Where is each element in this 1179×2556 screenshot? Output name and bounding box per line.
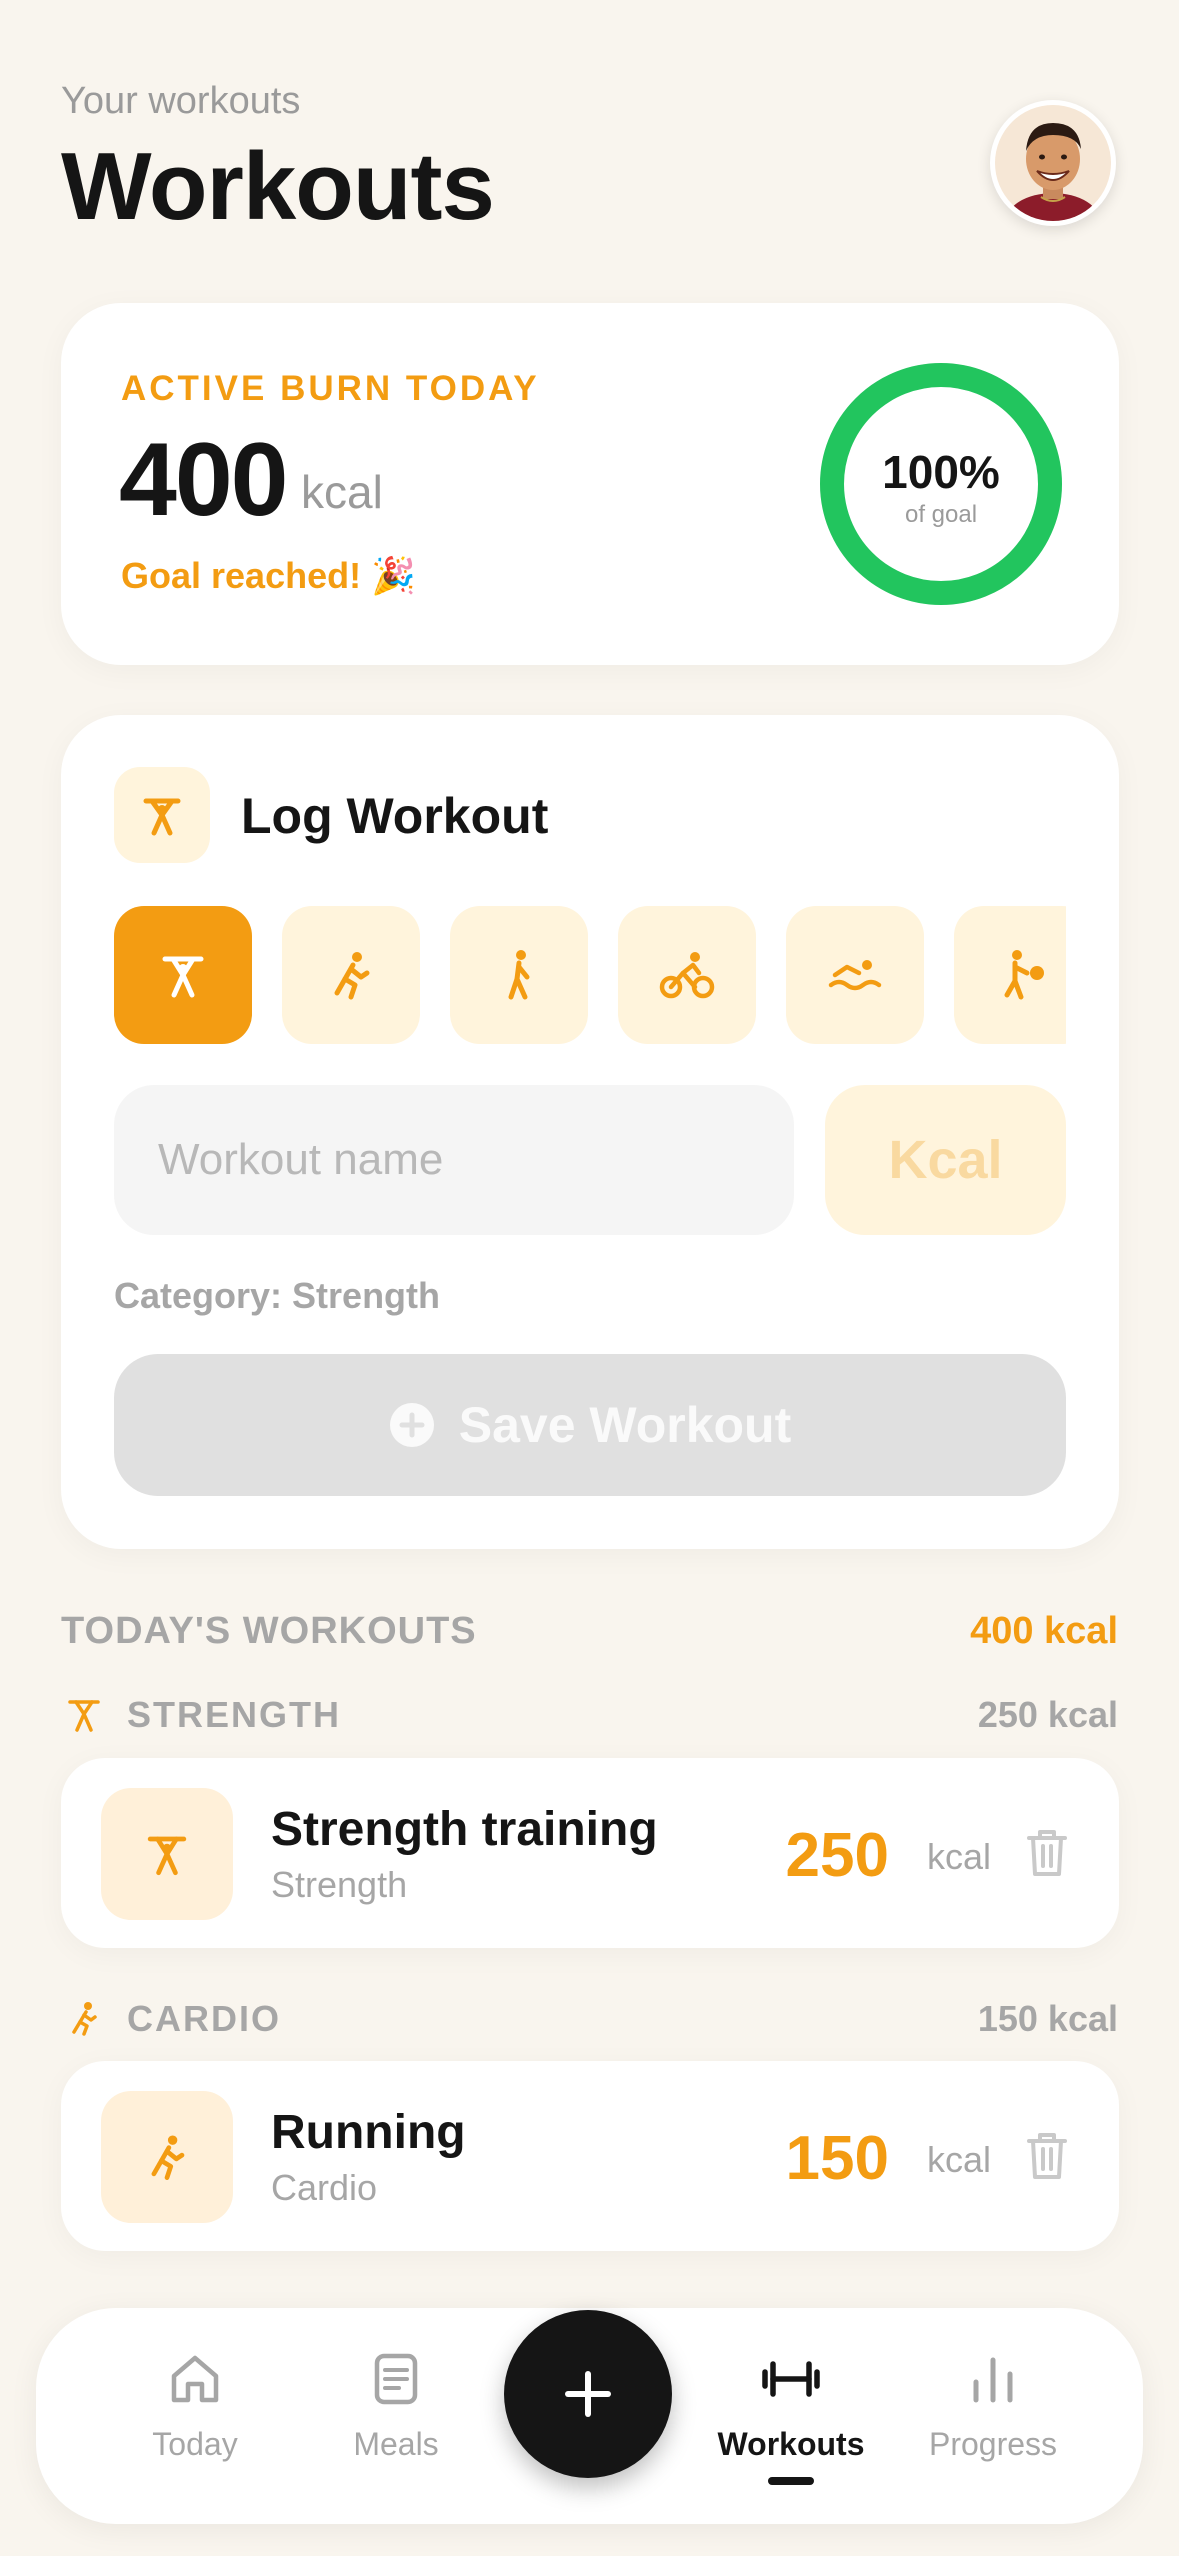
workout-kcal: 150 [785, 2124, 889, 2193]
runner-icon [151, 2135, 185, 2180]
workout-kcal: 250 [785, 1821, 889, 1890]
plus-icon [565, 2371, 611, 2417]
goal-percent: 100% [882, 446, 1000, 498]
group-total-strength: 250 kcal [977, 1694, 1118, 1735]
category-walking-button[interactable] [450, 906, 588, 1044]
category-sports-button[interactable] [954, 906, 1066, 1044]
category-swimming-button[interactable] [786, 906, 924, 1044]
add-button[interactable] [504, 2310, 672, 2478]
save-workout-button[interactable]: Save Workout [114, 1354, 1066, 1496]
burn-value: 400 [119, 422, 289, 538]
log-workout-card: Log Workout Workout name Kcal Category: … [61, 715, 1119, 1549]
plus-circle-icon [389, 1403, 434, 1447]
workout-category: Cardio [271, 2167, 378, 2208]
category-cycling-button[interactable] [618, 906, 756, 1044]
page-title: Workouts [61, 133, 495, 240]
home-icon [171, 2355, 219, 2403]
trash-icon[interactable] [1025, 1826, 1069, 1880]
group-total-cardio: 150 kcal [977, 1998, 1118, 2039]
save-workout-label: Save Workout [458, 1397, 792, 1453]
goal-reached-note: Goal reached! 🎉 [121, 555, 416, 596]
bar-chart-icon [973, 2357, 1013, 2403]
burn-label: ACTIVE BURN TODAY [121, 369, 540, 408]
goal-percent-caption: of goal [904, 501, 978, 528]
workout-kcal-unit: kcal [926, 2139, 991, 2180]
nav-label-progress: Progress [928, 2426, 1058, 2462]
nav-label-meals: Meals [353, 2426, 439, 2462]
active-tab-indicator [768, 2477, 814, 2485]
burn-unit: kcal [301, 466, 383, 518]
weightlifter-icon [162, 956, 204, 998]
workout-category: Strength [271, 1864, 408, 1905]
workout-name: Strength training [271, 1803, 658, 1856]
log-workout-title: Log Workout [241, 788, 549, 844]
nav-item-today[interactable]: Today [105, 2344, 285, 2463]
workout-icon-box [101, 2091, 233, 2223]
dumbbell-icon [762, 2361, 820, 2397]
nav-item-progress[interactable]: Progress [903, 2344, 1083, 2463]
nav-label-today: Today [152, 2426, 238, 2462]
active-burn-card: ACTIVE BURN TODAY 400 kcal Goal reached!… [61, 303, 1119, 665]
selected-category-text: Category: Strength [114, 1275, 441, 1316]
workout-name: Running [271, 2106, 466, 2159]
nav-item-workouts[interactable]: Workouts [701, 2344, 881, 2485]
trash-icon[interactable] [1025, 2129, 1069, 2183]
nav-label-workouts: Workouts [717, 2426, 865, 2462]
category-cardio-button[interactable] [282, 906, 420, 1044]
workout-name-input[interactable] [114, 1085, 794, 1235]
workout-kcal-unit: kcal [926, 1836, 991, 1877]
workout-row[interactable]: Running Cardio 150 kcal [61, 2061, 1119, 2251]
workout-icon-box [101, 1788, 233, 1920]
category-selector [114, 906, 1066, 1044]
category-strength-button[interactable] [114, 906, 252, 1044]
runner-icon [334, 952, 370, 1000]
ball-player-icon [1004, 950, 1044, 1000]
page-subtitle: Your workouts [61, 80, 301, 122]
workout-row[interactable]: Strength training Strength 250 kcal [61, 1758, 1119, 1948]
todays-workouts-total: 400 kcal [970, 1610, 1118, 1652]
group-label-cardio: CARDIO [127, 1998, 281, 2039]
document-icon [374, 2353, 418, 2405]
kcal-input[interactable]: Kcal [825, 1085, 1066, 1235]
avatar[interactable] [990, 100, 1116, 226]
weightlifter-icon [147, 1836, 187, 1876]
avatar-portrait-icon [995, 105, 1111, 221]
todays-workouts-heading: TODAY'S WORKOUTS [61, 1610, 477, 1652]
weightlifter-icon [143, 798, 181, 836]
weightlifter-icon [68, 1700, 100, 1732]
swimmer-icon [828, 960, 882, 991]
nav-item-meals[interactable]: Meals [306, 2344, 486, 2463]
runner-icon [72, 2002, 97, 2036]
walker-icon [508, 950, 530, 1000]
log-workout-icon-box [114, 767, 210, 863]
bicycle-icon [659, 952, 715, 999]
group-label-strength: STRENGTH [127, 1694, 341, 1735]
